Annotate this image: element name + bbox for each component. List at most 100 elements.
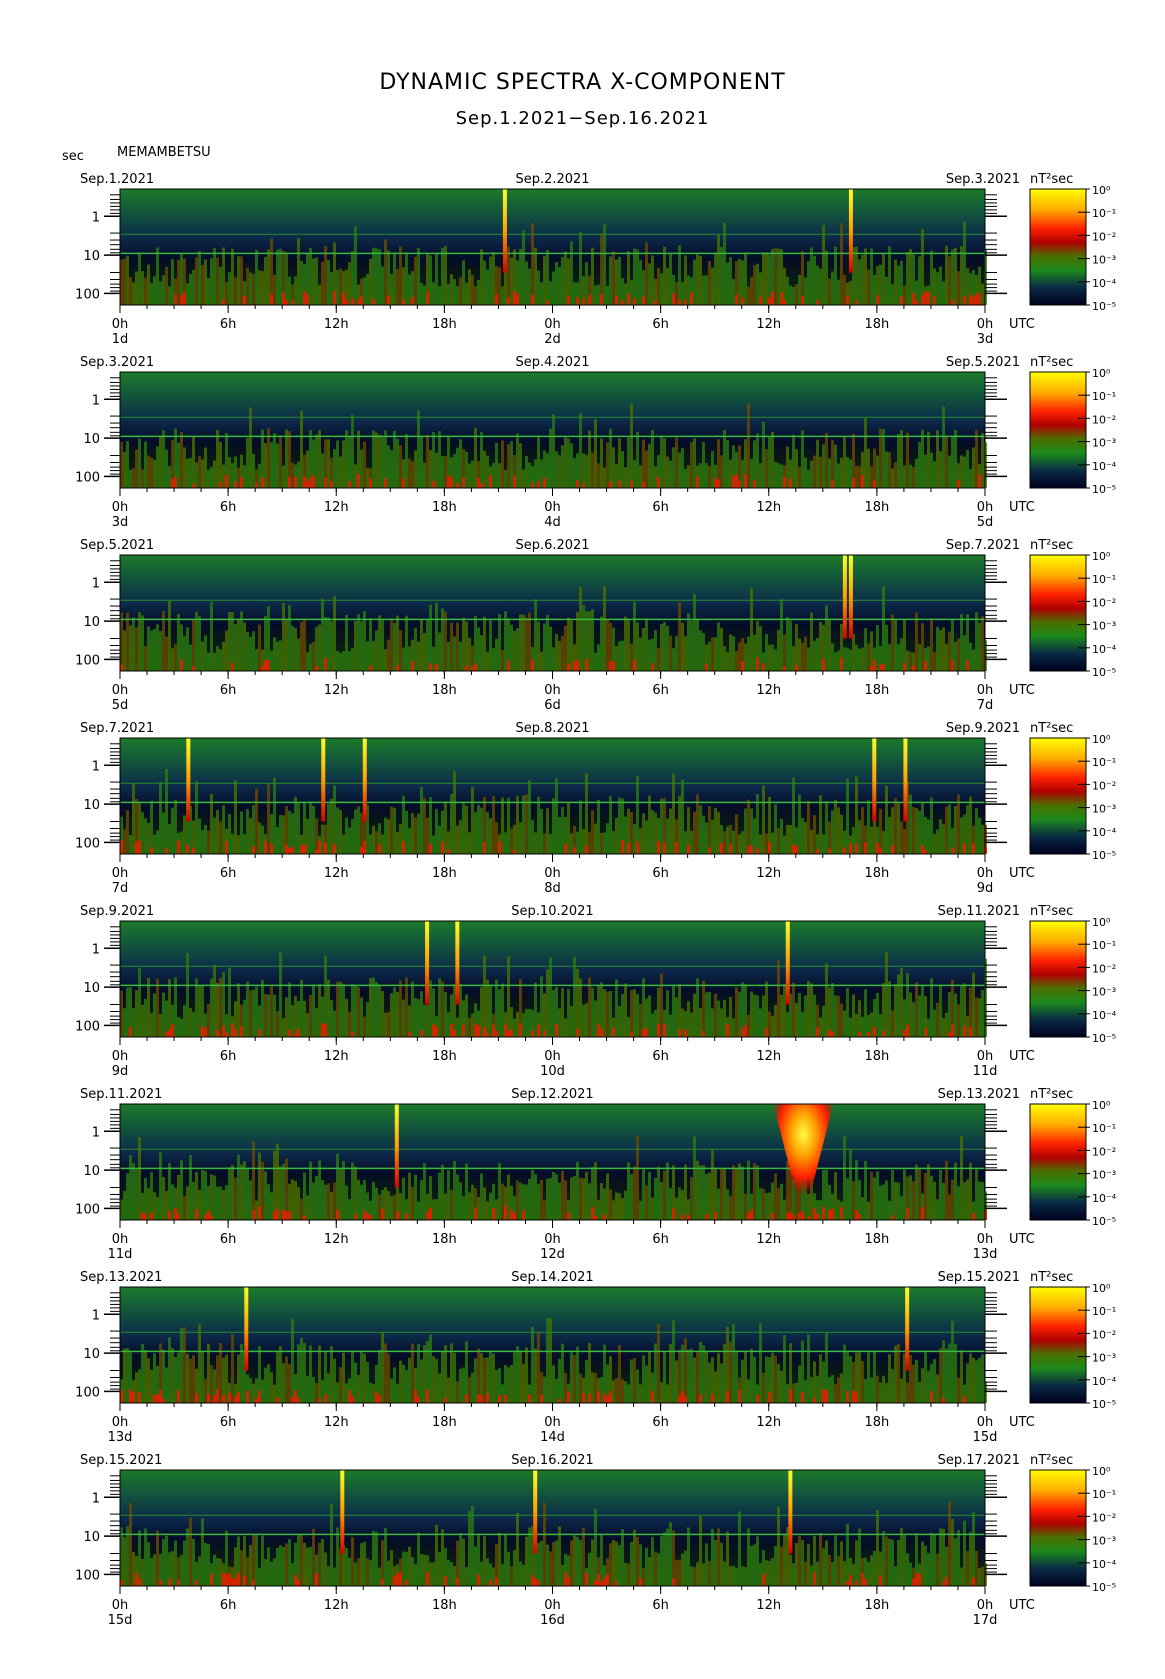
activity-column [738,1163,741,1220]
activity-column [198,250,201,305]
activity-column [141,812,144,854]
activity-column [972,1512,975,1586]
activity-column [645,1547,648,1586]
activity-peak [237,1572,240,1586]
activity-column [435,808,438,854]
activity-column [366,641,369,671]
colorbar-tick-label: 10⁻⁴ [1092,826,1117,839]
activity-column [591,1539,594,1586]
activity-column [543,833,546,854]
activity-column [663,1351,666,1403]
activity-peak [294,1574,297,1586]
activity-column [228,1167,231,1220]
activity-peak [966,660,969,671]
activity-column [582,829,585,854]
activity-column [153,1192,156,1220]
activity-column [774,1355,777,1403]
activity-column [492,1567,495,1586]
activity-peak [177,1390,180,1403]
activity-column [528,1527,531,1586]
activity-peak [864,842,867,854]
activity-column [198,985,201,1037]
activity-column [789,824,792,854]
day-label-start: 15d [108,1613,133,1628]
activity-peak [708,847,711,854]
activity-column [357,1558,360,1586]
activity-peak [705,664,708,671]
activity-column [270,442,273,488]
activity-column [312,984,315,1037]
activity-column [450,274,453,305]
activity-column [603,586,606,671]
activity-column [972,447,975,488]
activity-column [780,994,783,1037]
activity-column [642,813,645,854]
activity-column [639,828,642,854]
activity-column [825,801,828,854]
activity-column [540,808,543,854]
x-tick-label: 18h [432,683,457,698]
activity-column [795,1382,798,1403]
activity-column [864,627,867,671]
x-tick-label: 0h [544,1598,561,1613]
activity-peak [585,658,588,671]
activity-column [786,1012,789,1037]
activity-column [180,1160,183,1220]
activity-column [204,1542,207,1586]
activity-column [318,1345,321,1403]
activity-column [486,1201,489,1220]
activity-peak [513,291,516,305]
activity-column [279,1545,282,1586]
activity-peak [360,847,363,854]
activity-column [477,805,480,854]
activity-column [456,622,459,671]
activity-column [354,620,357,671]
spike-mark [502,189,507,273]
activity-column [201,1350,204,1403]
activity-column [279,1346,282,1403]
activity-column [663,621,666,671]
activity-column [414,256,417,305]
activity-column [135,1372,138,1403]
activity-column [480,635,483,671]
spike-mark [533,1470,538,1554]
spike-mark [903,738,908,822]
activity-column [357,1374,360,1403]
activity-column [864,417,867,488]
activity-column [357,614,360,671]
activity-column [549,1551,552,1586]
activity-column [813,455,816,488]
activity-column [969,469,972,488]
activity-column [354,226,357,305]
activity-column [372,1530,375,1586]
activity-column [300,410,303,488]
colorbar-tick-label: 10⁻² [1092,779,1116,792]
activity-column [195,781,198,854]
colorbar-tick-label: 10⁻² [1092,1328,1116,1341]
activity-column [594,652,597,671]
activity-column [642,628,645,671]
activity-column [708,260,711,305]
activity-column [636,431,639,488]
activity-peak [384,478,387,488]
colorbar-tick-label: 10⁻² [1092,596,1116,609]
activity-peak [843,847,846,854]
activity-column [975,808,978,854]
activity-column [405,615,408,671]
activity-column [129,835,132,854]
colorbar-tick-label: 10⁰ [1092,1465,1111,1478]
spike-mark [788,1470,793,1554]
activity-column [501,797,504,854]
activity-column [354,464,357,488]
activity-column [705,275,708,305]
activity-column [822,834,825,854]
activity-column [927,1164,930,1220]
activity-column [273,433,276,488]
activity-column [948,991,951,1037]
activity-column [267,249,270,305]
activity-column [204,447,207,488]
activity-column [315,818,318,854]
activity-peak [972,843,975,854]
activity-column [705,1351,708,1403]
activity-column [828,987,831,1037]
